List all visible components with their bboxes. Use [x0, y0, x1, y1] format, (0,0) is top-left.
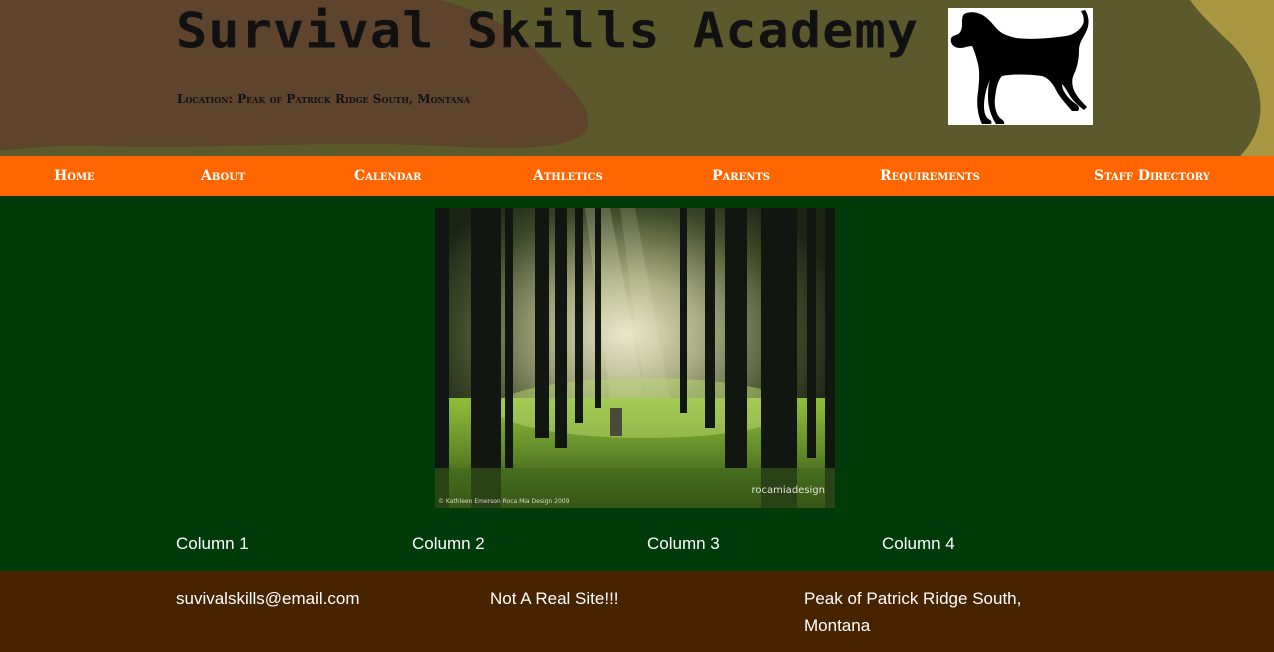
column-3: Column 3 [647, 534, 720, 553]
nav-item-athletics[interactable]: Athletics [533, 156, 603, 196]
nav-item-home[interactable]: Home [54, 156, 95, 196]
hound-dog-silhouette-icon [948, 8, 1093, 125]
main-nav: Home About Calendar Athletics Parents Re… [0, 156, 1274, 196]
column-1: Column 1 [176, 534, 249, 553]
image-credit: © Kathleen Emerson Roca Mia Design 2009 [438, 498, 570, 505]
footer-email[interactable]: suvivalskills@email.com [176, 585, 360, 612]
column-2: Column 2 [412, 534, 485, 553]
forest-hero-image: © Kathleen Emerson Roca Mia Design 2009 … [435, 208, 835, 508]
column-4: Column 4 [882, 534, 955, 553]
site-title: Survival Skills Academy [176, 2, 920, 60]
nav-item-calendar[interactable]: Calendar [354, 156, 421, 196]
site-header: Survival Skills Academy Location: Peak o… [0, 0, 1274, 156]
nav-item-parents[interactable]: Parents [712, 156, 770, 196]
image-watermark: rocamiadesign [751, 485, 825, 496]
nav-item-requirements[interactable]: Requirements [880, 156, 980, 196]
site-footer: suvivalskills@email.com Not A Real Site!… [0, 571, 1274, 652]
nav-item-about[interactable]: About [201, 156, 245, 196]
footer-address: Peak of Patrick Ridge South, Montana [804, 589, 1022, 635]
nav-item-staff-directory[interactable]: Staff Directory [1094, 156, 1210, 196]
location-text: Location: Peak of Patrick Ridge South, M… [177, 92, 471, 106]
footer-note: Not A Real Site!!! [490, 589, 619, 608]
